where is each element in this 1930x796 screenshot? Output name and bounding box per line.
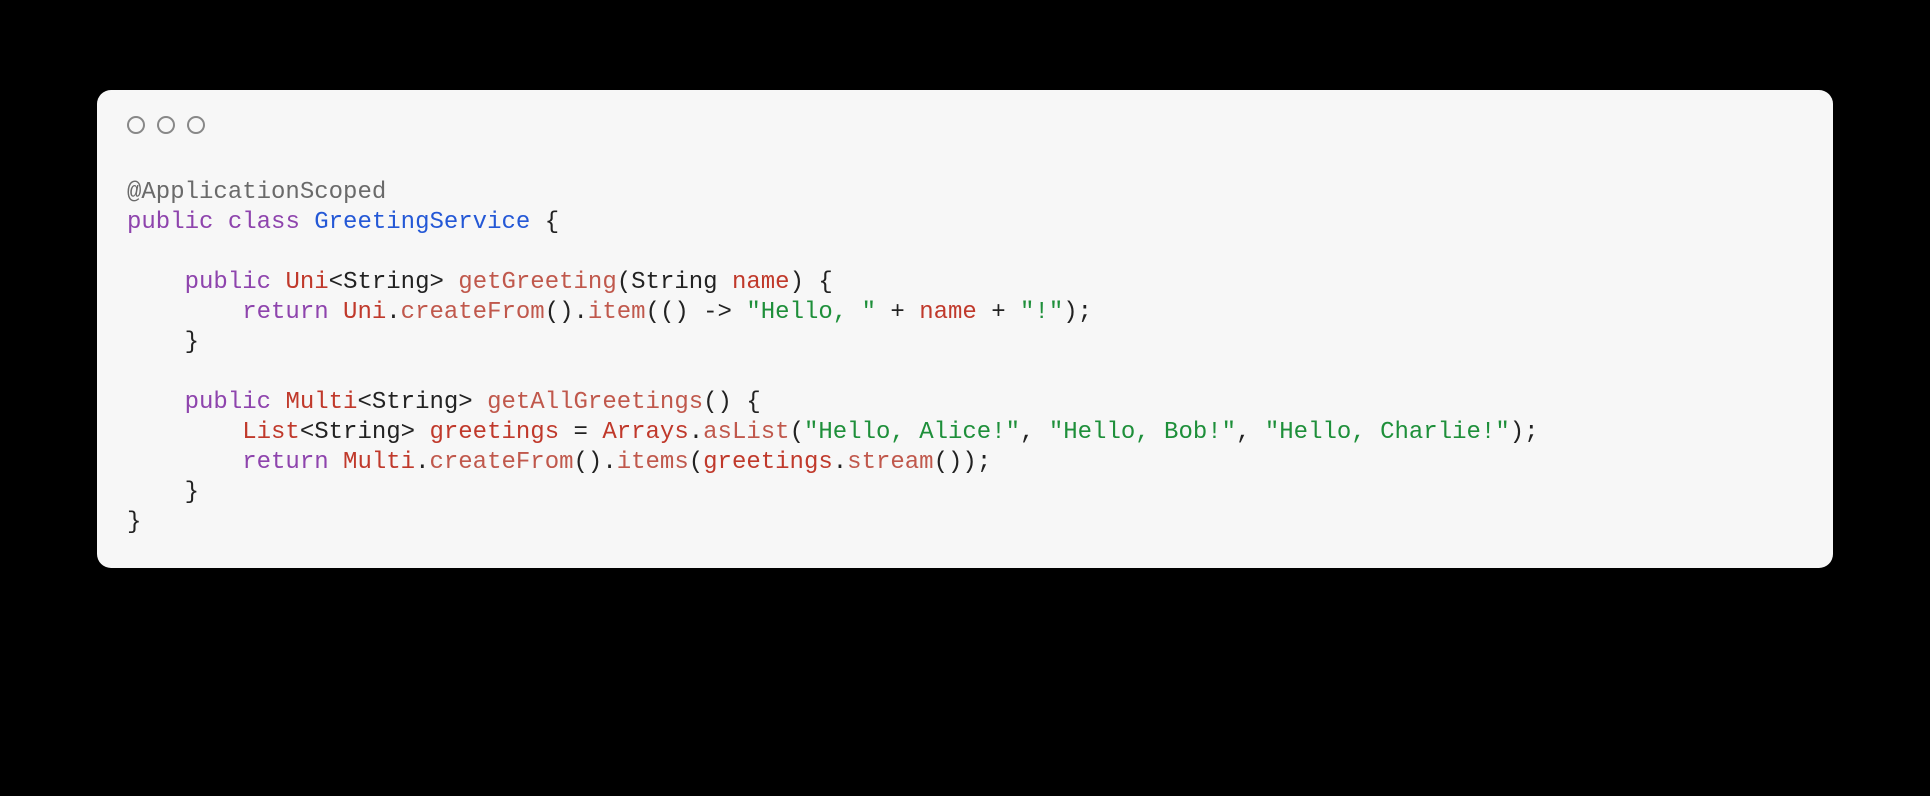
type-arrays: Arrays bbox=[602, 419, 688, 446]
type-string: String bbox=[343, 269, 429, 296]
rparen: ) bbox=[718, 389, 732, 416]
gt: > bbox=[401, 419, 415, 446]
dot: . bbox=[689, 419, 703, 446]
fn-asList: asList bbox=[703, 419, 789, 446]
dot: . bbox=[415, 449, 429, 476]
fn-item: item bbox=[588, 299, 646, 326]
semi: ; bbox=[1078, 299, 1092, 326]
plus: + bbox=[991, 299, 1005, 326]
rparen: ) bbox=[962, 449, 976, 476]
lparen: ( bbox=[934, 449, 948, 476]
lparen: ( bbox=[574, 449, 588, 476]
lparen: ( bbox=[703, 389, 717, 416]
brace-close: } bbox=[127, 509, 141, 536]
rparen: ) bbox=[588, 449, 602, 476]
traffic-light-zoom-icon[interactable] bbox=[187, 116, 205, 134]
str-charlie: "Hello, Charlie!" bbox=[1265, 419, 1510, 446]
comma: , bbox=[1236, 419, 1250, 446]
brace-close: } bbox=[185, 329, 199, 356]
fn-items: items bbox=[617, 449, 689, 476]
var-name: name bbox=[919, 299, 977, 326]
kw-class: class bbox=[228, 209, 300, 236]
plus: + bbox=[890, 299, 904, 326]
rparen: ) bbox=[1510, 419, 1524, 446]
gt: > bbox=[429, 269, 443, 296]
window-titlebar bbox=[127, 116, 1803, 134]
class-name: GreetingService bbox=[314, 209, 530, 236]
kw-public: public bbox=[127, 209, 213, 236]
var-greetings: greetings bbox=[429, 419, 559, 446]
semi: ; bbox=[977, 449, 991, 476]
lt: < bbox=[300, 419, 314, 446]
rparen: ) bbox=[790, 269, 804, 296]
type-string: String bbox=[372, 389, 458, 416]
lparen: ( bbox=[790, 419, 804, 446]
brace-open: { bbox=[545, 209, 559, 236]
type-uni: Uni bbox=[343, 299, 386, 326]
type-list: List bbox=[242, 419, 300, 446]
fn-stream: stream bbox=[847, 449, 933, 476]
traffic-light-min-icon[interactable] bbox=[157, 116, 175, 134]
str-bang: "!" bbox=[1020, 299, 1063, 326]
lt: < bbox=[329, 269, 343, 296]
fn-createFrom: createFrom bbox=[429, 449, 573, 476]
str-bob: "Hello, Bob!" bbox=[1049, 419, 1236, 446]
lparen: ( bbox=[660, 299, 674, 326]
var-greetings: greetings bbox=[703, 449, 833, 476]
kw-return: return bbox=[242, 449, 328, 476]
kw-public: public bbox=[185, 269, 271, 296]
fn-getGreeting: getGreeting bbox=[458, 269, 616, 296]
rparen: ) bbox=[559, 299, 573, 326]
code-block: @ApplicationScoped public class Greeting… bbox=[127, 178, 1803, 538]
fn-getAllGreetings: getAllGreetings bbox=[487, 389, 703, 416]
brace-open: { bbox=[818, 269, 832, 296]
gt: > bbox=[458, 389, 472, 416]
lparen: ( bbox=[646, 299, 660, 326]
str-alice: "Hello, Alice!" bbox=[804, 419, 1020, 446]
type-uni: Uni bbox=[285, 269, 328, 296]
type-multi: Multi bbox=[285, 389, 357, 416]
rparen: ) bbox=[948, 449, 962, 476]
annotation: @ApplicationScoped bbox=[127, 179, 386, 206]
param-name: name bbox=[732, 269, 790, 296]
dot: . bbox=[386, 299, 400, 326]
lparen: ( bbox=[689, 449, 703, 476]
arrow: -> bbox=[703, 299, 732, 326]
rparen: ) bbox=[674, 299, 688, 326]
semi: ; bbox=[1524, 419, 1538, 446]
kw-public: public bbox=[185, 389, 271, 416]
type-string: String bbox=[314, 419, 400, 446]
dot: . bbox=[574, 299, 588, 326]
dot: . bbox=[602, 449, 616, 476]
comma: , bbox=[1020, 419, 1034, 446]
str-hello: "Hello, " bbox=[746, 299, 876, 326]
dot: . bbox=[833, 449, 847, 476]
type-multi: Multi bbox=[343, 449, 415, 476]
traffic-light-close-icon[interactable] bbox=[127, 116, 145, 134]
kw-return: return bbox=[242, 299, 328, 326]
rparen: ) bbox=[1063, 299, 1077, 326]
param-type: String bbox=[631, 269, 717, 296]
lt: < bbox=[357, 389, 371, 416]
lparen: ( bbox=[617, 269, 631, 296]
eq: = bbox=[574, 419, 588, 446]
lparen: ( bbox=[545, 299, 559, 326]
code-window: @ApplicationScoped public class Greeting… bbox=[97, 90, 1833, 568]
fn-createFrom: createFrom bbox=[401, 299, 545, 326]
brace-open: { bbox=[746, 389, 760, 416]
brace-close: } bbox=[185, 479, 199, 506]
